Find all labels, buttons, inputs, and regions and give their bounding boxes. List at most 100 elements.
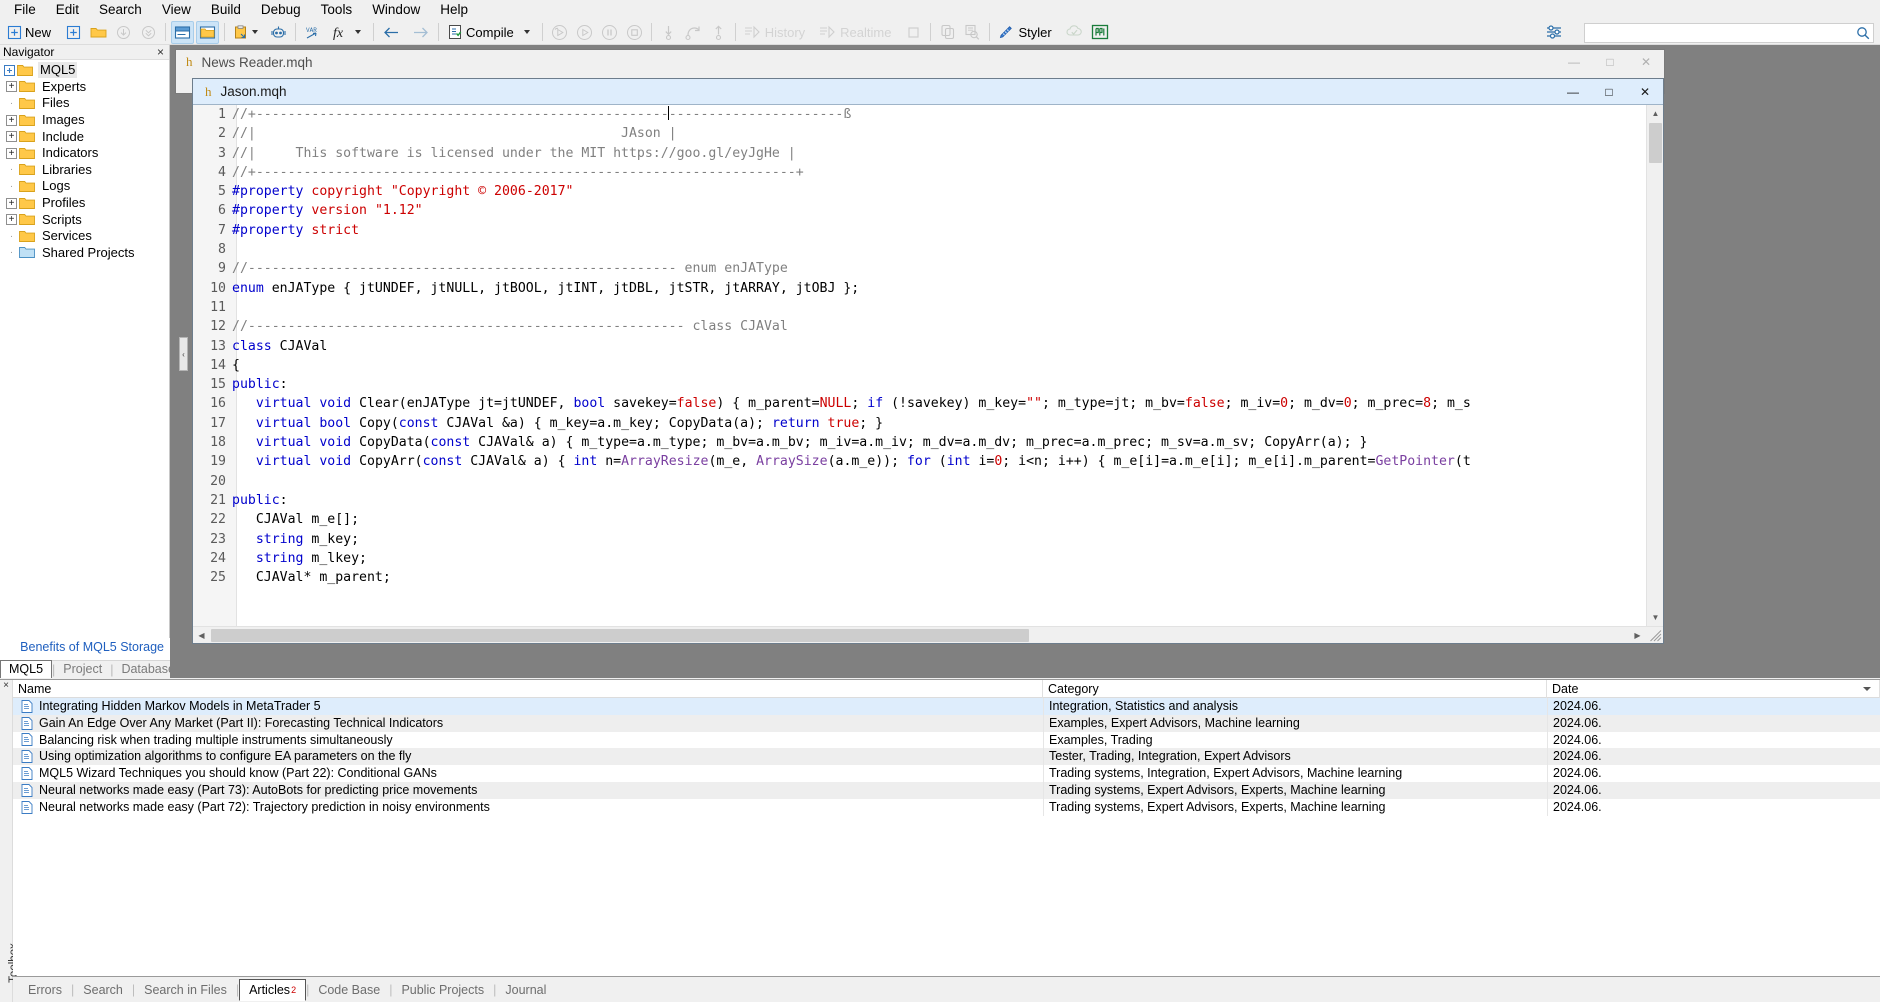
function-button[interactable]: fx: [328, 21, 368, 44]
expander-icon[interactable]: +: [6, 131, 17, 143]
toolbox-tab-articles[interactable]: Articles 2: [239, 979, 307, 1001]
window-news-reader-titlebar[interactable]: h News Reader.mqh — □ ✕: [176, 50, 1664, 74]
column-header-date[interactable]: Date: [1547, 680, 1880, 698]
realtime-button[interactable]: Realtime: [816, 21, 900, 44]
nav-item-include[interactable]: + Include: [0, 128, 169, 145]
debug-run-button[interactable]: [573, 21, 596, 44]
nav-item-libraries[interactable]: · Libraries: [0, 162, 169, 179]
code-line[interactable]: 15 public:: [193, 375, 1646, 395]
styler-button[interactable]: Styler: [995, 21, 1060, 44]
code-editor[interactable]: 1//+------------------------------------…: [193, 105, 1663, 643]
minimize-icon[interactable]: —: [1556, 50, 1592, 74]
search-input[interactable]: [1585, 24, 1853, 42]
code-line[interactable]: 21 public:: [193, 490, 1646, 511]
nav-item-services[interactable]: · Services: [0, 228, 169, 245]
toolbox-tab-journal[interactable]: Journal: [496, 980, 555, 1000]
code-line[interactable]: 11: [193, 297, 1646, 318]
code-line[interactable]: 2//| JAson |: [193, 124, 1646, 144]
table-row[interactable]: Neural networks made easy (Part 72): Tra…: [13, 798, 1880, 816]
menu-item-help[interactable]: Help: [430, 0, 478, 20]
column-header-category[interactable]: Category: [1043, 680, 1547, 698]
nav-item-scripts[interactable]: + Scripts: [0, 211, 169, 228]
function-dropdown-caret[interactable]: [355, 30, 362, 34]
menu-item-view[interactable]: View: [152, 0, 201, 20]
debug-start-button[interactable]: [548, 21, 571, 44]
forward-button[interactable]: [407, 21, 433, 44]
expander-icon[interactable]: +: [6, 214, 17, 226]
cloud-check-button[interactable]: [1063, 21, 1086, 44]
table-row[interactable]: Integrating Hidden Markov Models in Meta…: [13, 698, 1880, 715]
code-line[interactable]: 5 #property copyright "Copyright © 2006-2…: [193, 182, 1646, 202]
nav-item-profiles[interactable]: + Profiles: [0, 195, 169, 212]
code-line[interactable]: 6 #property version "1.12": [193, 201, 1646, 221]
table-row[interactable]: Using optimization algorithms to configu…: [13, 748, 1880, 766]
code-line[interactable]: 1//+------------------------------------…: [193, 105, 1646, 125]
nav-item-experts[interactable]: + Experts: [0, 79, 169, 96]
variables-button[interactable]: VAR: [301, 21, 326, 44]
code-line[interactable]: 24 string m_lkey;: [193, 548, 1646, 569]
code-line[interactable]: 13 class CJAVal: [193, 336, 1646, 356]
code-line[interactable]: 19 virtual void CopyArr(const CJAVal& a)…: [193, 452, 1646, 472]
code-line[interactable]: 9//-------------------------------------…: [193, 259, 1646, 279]
code-line[interactable]: 4//+------------------------------------…: [193, 162, 1646, 183]
table-row[interactable]: Neural networks made easy (Part 73): Aut…: [13, 781, 1880, 799]
close-icon[interactable]: ×: [0, 680, 12, 692]
debug-stop-button[interactable]: [623, 21, 646, 44]
history-button[interactable]: History: [741, 21, 814, 44]
window-jason[interactable]: h Jason.mqh — □ ✕ 1//+------------------…: [192, 78, 1664, 644]
scroll-up-icon[interactable]: ▲: [1647, 105, 1663, 122]
find-in-files-button[interactable]: [961, 21, 984, 44]
code-line[interactable]: 8: [193, 240, 1646, 260]
open-folder-button[interactable]: [87, 21, 110, 44]
expander-icon[interactable]: +: [6, 147, 17, 159]
download-button[interactable]: [112, 21, 135, 44]
menu-item-edit[interactable]: Edit: [46, 0, 89, 20]
menu-item-build[interactable]: Build: [201, 0, 251, 20]
code-line[interactable]: 16 virtual void Clear(enJAType jt=jtUNDE…: [193, 394, 1646, 414]
nav-item-indicators[interactable]: + Indicators: [0, 145, 169, 162]
window-jason-titlebar[interactable]: h Jason.mqh — □ ✕: [193, 79, 1663, 105]
toolbox-tab-search[interactable]: Search: [74, 980, 132, 1000]
code-line[interactable]: 17 virtual bool Copy(const CJAVal &a) { …: [193, 413, 1646, 434]
menu-item-tools[interactable]: Tools: [311, 0, 363, 20]
maximize-icon[interactable]: □: [1591, 80, 1627, 104]
robot-button[interactable]: [267, 21, 290, 44]
column-header-name[interactable]: Name: [13, 680, 1043, 698]
nav-item-files[interactable]: · Files: [0, 95, 169, 112]
sort-descending-icon[interactable]: [1863, 686, 1871, 691]
download-all-button[interactable]: [137, 21, 160, 44]
code-line[interactable]: 10 enum enJAType { jtUNDEF, jtNULL, jtBOO…: [193, 278, 1646, 298]
expander-icon[interactable]: +: [6, 114, 17, 126]
scroll-left-icon[interactable]: ◀: [193, 627, 210, 643]
toolbox-tab-code-base[interactable]: Code Base: [309, 980, 389, 1000]
close-icon[interactable]: ✕: [1627, 80, 1663, 104]
metaquotes-button[interactable]: [1088, 21, 1112, 44]
copy-button[interactable]: [936, 21, 959, 44]
minimize-icon[interactable]: —: [1555, 80, 1591, 104]
nav-tab-mql5[interactable]: MQL5: [0, 660, 53, 678]
nav-item-shared-projects[interactable]: · Shared Projects: [0, 245, 169, 262]
close-icon[interactable]: ×: [157, 46, 169, 58]
scroll-right-icon[interactable]: ▶: [1629, 627, 1646, 643]
editor-vertical-scrollbar[interactable]: ▲ ▼: [1646, 105, 1663, 626]
code-line[interactable]: 22 CJAVal m_e[];: [193, 510, 1646, 530]
back-button[interactable]: [379, 21, 405, 44]
step-into-button[interactable]: [657, 21, 680, 44]
code-line[interactable]: 14{: [193, 355, 1646, 376]
expander-icon[interactable]: +: [6, 197, 17, 209]
stop-square-button[interactable]: [902, 21, 925, 44]
toolbox-tab-errors[interactable]: Errors: [19, 980, 71, 1000]
code-line[interactable]: 25 CJAVal* m_parent;: [193, 568, 1646, 588]
clipboard-dropdown-caret[interactable]: [252, 30, 259, 34]
maximize-icon[interactable]: □: [1592, 50, 1628, 74]
code-line[interactable]: 12//------------------------------------…: [193, 317, 1646, 337]
nav-tab-project[interactable]: Project: [55, 661, 110, 678]
editor-horizontal-scrollbar[interactable]: ◀ ▶: [193, 626, 1663, 643]
table-row[interactable]: MQL5 Wizard Techniques you should know (…: [13, 765, 1880, 782]
code-line[interactable]: 20: [193, 471, 1646, 491]
window-resize-grip[interactable]: [1648, 628, 1662, 642]
code-line[interactable]: 23 string m_key;: [193, 529, 1646, 549]
expander-icon[interactable]: +: [6, 81, 17, 93]
code-line[interactable]: 18 virtual void CopyData(const CJAVal& a…: [193, 433, 1646, 453]
nav-item-mql5[interactable]: MQL5: [0, 62, 169, 79]
